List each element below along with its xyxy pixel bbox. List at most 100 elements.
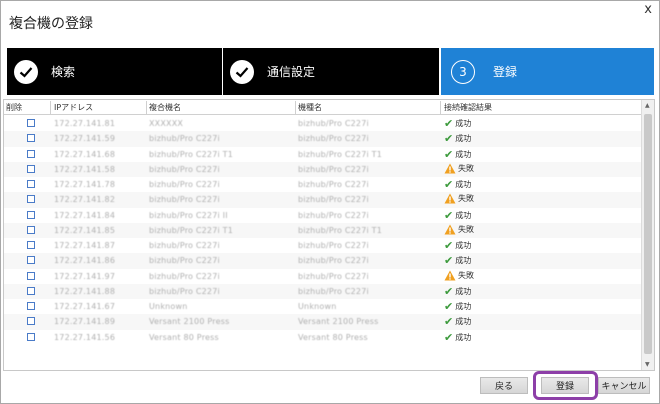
table-row: 172.27.141.67 Unknown Unknown ✔ 成功 [4,299,642,314]
delete-checkbox[interactable] [27,119,35,127]
result-cell: ✔ 成功 [444,209,471,222]
delete-checkbox[interactable] [27,225,35,234]
step-register: 3 登録 [441,48,654,95]
cancel-button[interactable]: キャンセル [598,377,650,394]
ip-cell: 172.27.141.84 [54,210,116,220]
table-header: 削除 IPアドレス 複合機名 機種名 接続確認結果 [4,100,642,115]
table-row: 172.27.141.88 bizhub/Pro C227i bizhub/Pro … [4,283,642,299]
step-communication-settings: 通信設定 [223,48,439,95]
delete-checkbox[interactable] [27,134,35,143]
model-cell: bizhub/Pro C227i [298,271,369,281]
model-cell: bizhub/Pro C227i [298,164,369,174]
check-icon: ✔ [444,330,454,344]
delete-checkbox[interactable] [27,256,35,265]
table-row: 172.27.141.56 Versant 80 Press Versant 80 … [4,330,642,345]
mfp-name-cell: Unknown [149,302,188,311]
table-row: 172.27.141.78 bizhub/Pro C227i bizhub/Pro … [4,177,642,192]
result-cell: 失敗 [444,270,474,281]
result-label: 成功 [455,180,472,189]
model-cell: Versant 80 Press [298,332,368,342]
table-row: 172.27.141.97 bizhub/Pro C227i bizhub/Pro … [4,269,642,284]
delete-checkbox[interactable] [27,317,35,326]
mfp-name-cell: bizhub/Pro C227i [149,271,220,281]
delete-checkbox[interactable] [27,164,35,173]
delete-checkbox[interactable] [27,302,35,310]
step-search: 検索 [7,48,222,95]
result-cell: 失敗 [444,193,474,204]
warning-icon [444,193,456,204]
mfp-table: 削除 IPアドレス 複合機名 機種名 接続確認結果 172.27.141.81 X… [3,99,655,371]
model-cell: bizhub/Pro C227i [298,241,369,250]
mfp-name-cell: bizhub/Pro C227i [149,134,220,144]
result-label: 失敗 [458,224,474,234]
ip-cell: 172.27.141.88 [54,286,116,296]
mfp-name-cell: bizhub/Pro C227i [149,286,220,296]
result-cell: ✔ 成功 [444,117,471,130]
back-button[interactable]: 戻る [480,377,528,394]
delete-checkbox[interactable] [27,241,35,249]
check-icon [14,59,38,84]
mfp-name-cell: bizhub/Pro C227i [149,180,220,189]
wizard-steps: 検索 通信設定 3 登録 [7,48,654,95]
result-label: 成功 [455,302,472,311]
delete-checkbox[interactable] [27,210,35,219]
delete-checkbox[interactable] [27,149,35,158]
model-cell: bizhub/Pro C227i [298,195,369,205]
step-number: 3 [451,59,475,84]
ip-cell: 172.27.141.58 [54,164,116,174]
dialog-title: 複合機の登録 [9,16,93,32]
mfp-name-cell: XXXXXX [149,119,184,128]
model-cell: bizhub/Pro C227i T1 [298,225,383,235]
model-cell: bizhub/Pro C227i [298,256,369,266]
register-button-highlight [533,371,598,400]
result-cell: 失敗 [444,224,474,235]
mfp-name-cell: bizhub/Pro C227i II [149,210,228,220]
ip-cell: 172.27.141.87 [54,241,116,250]
model-cell: bizhub/Pro C227i [298,210,369,220]
scroll-down-icon[interactable]: ▼ [645,361,650,368]
check-icon: ✔ [444,132,454,146]
scroll-up-icon[interactable]: ▲ [645,102,650,109]
result-label: 成功 [455,241,472,250]
result-label: 成功 [455,149,472,159]
mfp-name-cell: bizhub/Pro C227i T1 [149,225,234,235]
delete-checkbox[interactable] [27,286,35,295]
delete-checkbox[interactable] [27,195,35,204]
ip-cell: 172.27.141.82 [54,195,116,205]
table-row: 172.27.141.81 XXXXXX bizhub/Pro C227i ✔ 成功 [4,116,642,131]
check-icon: ✔ [444,239,454,252]
ip-cell: 172.27.141.81 [54,119,116,128]
result-cell: ✔ 成功 [444,254,471,267]
mfp-name-cell: Versant 80 Press [149,332,219,342]
check-icon: ✔ [444,178,454,191]
result-cell: ✔ 成功 [444,148,471,161]
warning-icon [444,224,456,235]
ip-cell: 172.27.141.85 [54,225,116,235]
model-cell: bizhub/Pro C227i [298,134,369,144]
model-cell: bizhub/Pro C227i [298,180,369,189]
warning-icon [444,163,456,174]
model-cell: Unknown [298,302,337,311]
model-cell: bizhub/Pro C227i [298,119,369,128]
result-label: 失敗 [458,194,474,204]
table-row: 172.27.141.68 bizhub/Pro C227i T1 bizhub/P… [4,147,642,162]
header-mfp-name: 複合機名 [149,103,181,112]
table-row: 172.27.141.58 bizhub/Pro C227i bizhub/Pro … [4,161,642,177]
mfp-name-cell: Versant 2100 Press [149,317,230,327]
vertical-scrollbar[interactable]: ▲ ▼ [641,100,654,370]
table-row: 172.27.141.87 bizhub/Pro C227i bizhub/Pro … [4,238,642,253]
result-label: 成功 [455,119,472,128]
result-label: 成功 [455,256,472,266]
mfp-name-cell: bizhub/Pro C227i [149,195,220,205]
close-button[interactable]: x [644,2,652,17]
result-label: 失敗 [458,270,474,280]
delete-checkbox[interactable] [27,332,35,341]
scroll-thumb[interactable] [644,114,652,354]
mfp-name-cell: bizhub/Pro C227i [149,256,220,266]
result-label: 成功 [455,134,472,144]
delete-checkbox[interactable] [27,180,35,188]
delete-checkbox[interactable] [27,271,35,280]
check-icon: ✔ [444,284,454,298]
ip-cell: 172.27.141.89 [54,317,116,327]
table-body: 172.27.141.81 XXXXXX bizhub/Pro C227i ✔ 成功 17… [4,116,642,345]
